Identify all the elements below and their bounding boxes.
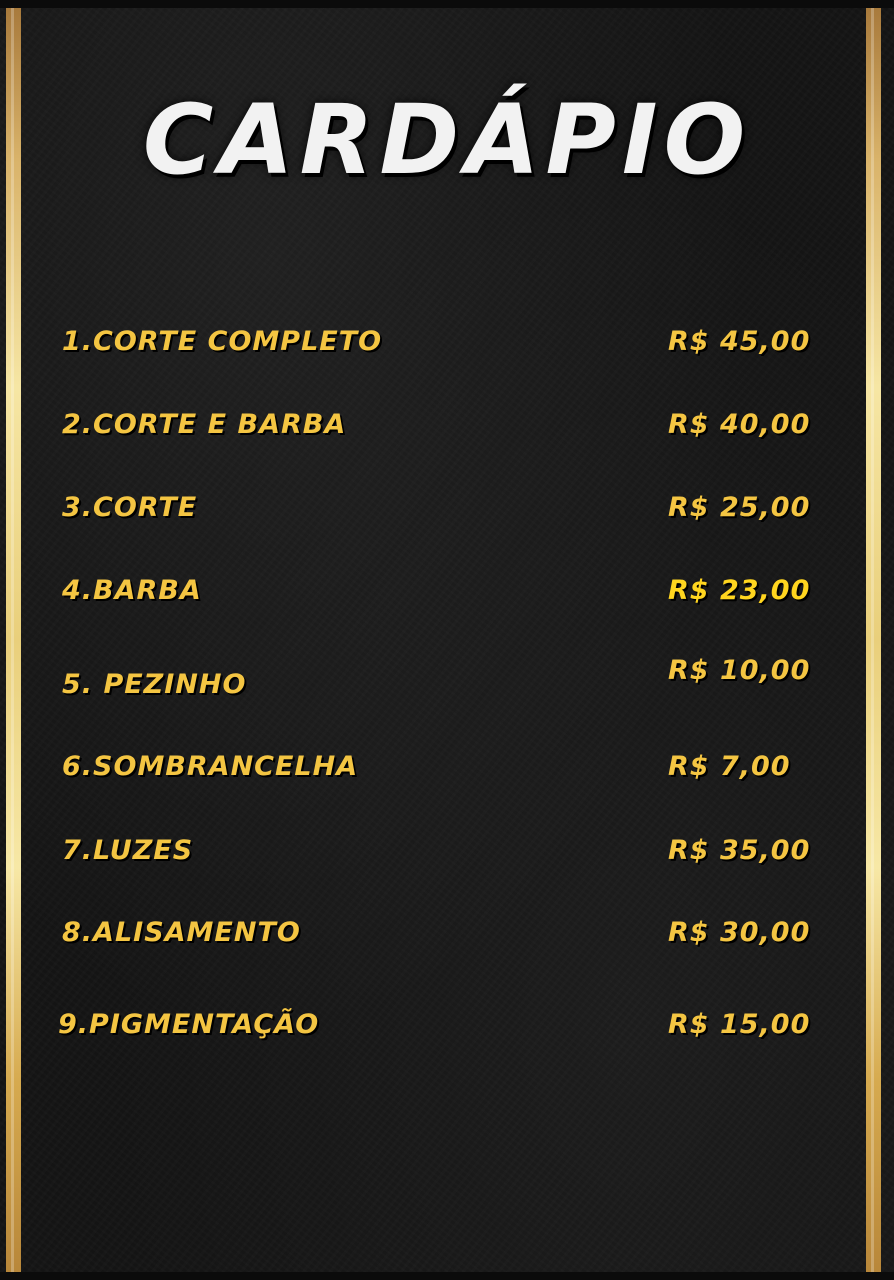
menu-item-name: 1.CORTE COMPLETO [62, 326, 383, 357]
menu-item-price: R$ 15,00 [668, 1009, 811, 1040]
menu-item-name: 9.PIGMENTAÇÃO [58, 1009, 320, 1040]
menu-item-name: 8.ALISAMENTO [62, 917, 301, 948]
menu-item-price: R$ 7,00 [668, 751, 791, 782]
menu-item-price: R$ 30,00 [668, 917, 811, 948]
menu-item-name: 5. PEZINHO [62, 669, 247, 700]
bottom-border [0, 1272, 894, 1280]
menu-item-price: R$ 45,00 [668, 326, 811, 357]
menu-item-price: R$ 23,00 [668, 575, 811, 606]
top-border [0, 0, 894, 8]
menu-item-price: R$ 40,00 [668, 409, 811, 440]
left-gold-border [6, 8, 21, 1272]
menu-item-price: R$ 25,00 [668, 492, 811, 523]
menu-poster: CARDÁPIO 1.CORTE COMPLETO R$ 45,00 2.COR… [0, 0, 894, 1280]
right-gold-border [866, 8, 881, 1272]
menu-item-name: 3.CORTE [62, 492, 198, 523]
menu-item-name: 4.BARBA [62, 575, 202, 606]
menu-item-price: R$ 10,00 [668, 655, 811, 686]
menu-item-price: R$ 35,00 [668, 835, 811, 866]
menu-item-name: 7.LUZES [62, 835, 194, 866]
menu-item-name: 6.SOMBRANCELHA [62, 751, 359, 782]
menu-item-name: 2.CORTE E BARBA [62, 409, 347, 440]
menu-title: CARDÁPIO [142, 84, 752, 196]
